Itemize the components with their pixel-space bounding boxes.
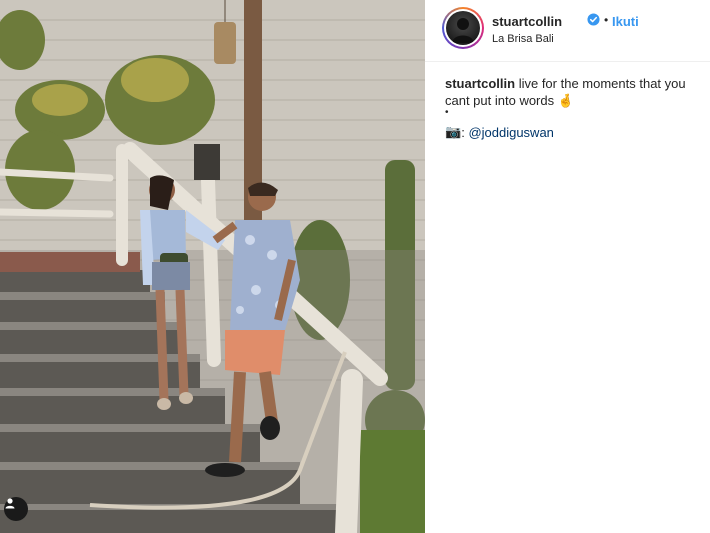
header-dot-separator: • — [604, 13, 609, 27]
crossed-fingers-emoji: 🤞 — [557, 93, 574, 108]
credit-separator: : — [461, 124, 465, 140]
post-header: stuartcollin • Ikuti La Brisa Bali — [425, 0, 710, 62]
caption-bullet: • — [445, 107, 449, 118]
location-link[interactable]: La Brisa Bali — [492, 33, 554, 45]
photo-scene — [0, 0, 425, 533]
avatar-image — [452, 18, 474, 43]
verified-badge-icon — [587, 13, 600, 26]
username-link[interactable]: stuartcollin — [492, 14, 562, 29]
camera-icon: 📷 — [445, 124, 462, 139]
photo-credit: 📷: @joddiguswan — [445, 124, 554, 140]
user-tag-button[interactable] — [4, 497, 28, 521]
user-tag-icon — [5, 498, 15, 509]
avatar-story-ring[interactable] — [442, 7, 484, 49]
credit-mention-link[interactable]: @joddiguswan — [468, 125, 553, 140]
caption-username-link[interactable]: stuartcollin — [445, 76, 515, 91]
post-side-panel: stuartcollin • Ikuti La Brisa Bali stuar… — [425, 0, 710, 533]
post-caption: stuartcollin live for the moments that y… — [445, 75, 697, 109]
post-photo[interactable] — [0, 0, 425, 533]
follow-button[interactable]: Ikuti — [612, 14, 639, 29]
avatar — [446, 11, 480, 45]
